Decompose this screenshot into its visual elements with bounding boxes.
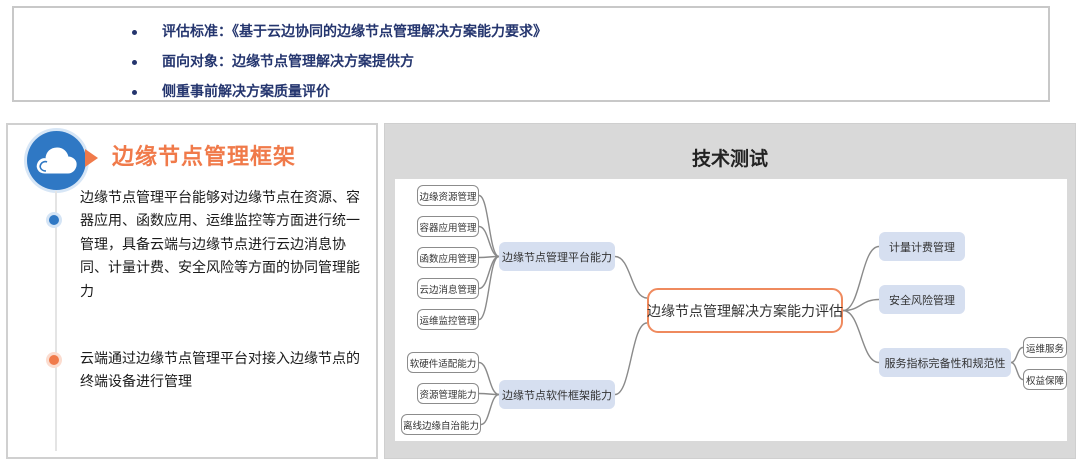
- bullet-icon: [132, 60, 137, 65]
- leaf-ops-service: 运维服务: [1023, 337, 1067, 358]
- info-list: 评估标准：《基于云边协同的边缘节点管理解决方案能力要求》 面向对象：边缘节点管理…: [132, 17, 547, 107]
- timeline-dot-orange: [49, 355, 59, 365]
- framework-description: 边缘节点管理平台能够对边缘节点在资源、容器应用、函数应用、运维监控等方面进行统一…: [80, 190, 360, 300]
- info-label: 评估标准：: [162, 24, 232, 40]
- cloud-icon: [36, 147, 77, 174]
- node-framework-capability: 边缘节点软件框架能力: [499, 380, 615, 409]
- info-text: 《基于云边协同的边缘节点管理解决方案能力要求》: [232, 24, 547, 40]
- connector-leaf-edge-resource: [478, 194, 500, 258]
- leaf-offline-autonomy: 离线边缘自治能力: [401, 414, 481, 435]
- tech-test-panel: 技术测试 边缘资源管理 容器应用管理 函数应用管理 云边消息管理 运维监控管理 …: [384, 123, 1076, 459]
- cloud-badge: [27, 131, 86, 190]
- connector-central-platform: [614, 255, 648, 299]
- section-title: 边缘节点管理框架: [112, 145, 297, 170]
- timeline-dot-blue: [49, 215, 59, 225]
- cloud-management-description: 云端通过边缘节点管理平台对接入边缘节点的终端设备进行管理: [80, 351, 360, 391]
- info-item-focus: 侧重事前解决方案质量评价: [132, 77, 547, 107]
- leaf-ops-monitoring: 运维监控管理: [417, 309, 479, 330]
- leaf-rights-protection: 权益保障: [1023, 369, 1067, 390]
- leaf-edge-resource: 边缘资源管理: [417, 185, 479, 206]
- connector-leaf-container-app: [478, 225, 500, 258]
- info-text: 边缘节点管理解决方案提供方: [232, 54, 414, 70]
- mind-map: 边缘资源管理 容器应用管理 函数应用管理 云边消息管理 运维监控管理 软硬件适配…: [395, 179, 1067, 441]
- title-arrow-icon: [85, 149, 98, 167]
- node-security: 安全风险管理: [879, 285, 965, 314]
- connector-leaf-offline-autonomy: [480, 393, 500, 426]
- framework-panel: 边缘节点管理框架 边缘节点管理平台能够对边缘节点在资源、容器应用、函数应用、运维…: [6, 123, 378, 459]
- connector-leaf-ops-service: [1010, 346, 1024, 364]
- bullet-icon: [132, 30, 137, 35]
- info-label: 侧重事前解决方案质量评价: [162, 84, 330, 100]
- bullet-icon: [132, 90, 137, 95]
- panel-title: 技术测试: [691, 148, 768, 170]
- leaf-resource-management: 资源管理能力: [417, 383, 479, 404]
- node-platform-capability: 边缘节点管理平台能力: [499, 242, 615, 271]
- info-item-audience: 面向对象：边缘节点管理解决方案提供方: [132, 47, 547, 77]
- info-item-standard: 评估标准：《基于云边协同的边缘节点管理解决方案能力要求》: [132, 17, 547, 47]
- node-central-evaluation: 边缘节点管理解决方案能力评估: [647, 288, 843, 333]
- leaf-hw-sw-adaptation: 软硬件适配能力: [407, 352, 479, 373]
- info-box: 评估标准：《基于云边协同的边缘节点管理解决方案能力要求》 面向对象：边缘节点管理…: [12, 6, 1050, 102]
- timeline-line: [55, 191, 57, 451]
- connector-leaf-rights-protection: [1010, 361, 1024, 381]
- info-label: 面向对象：: [162, 54, 232, 70]
- leaf-cloud-edge-message: 云边消息管理: [417, 278, 479, 299]
- node-service-spec: 服务指标完备性和规范性: [879, 348, 1011, 377]
- connector-central-framework: [614, 322, 648, 396]
- leaf-function-app: 函数应用管理: [417, 247, 479, 268]
- connector-central-service-spec: [842, 309, 880, 364]
- leaf-container-app: 容器应用管理: [417, 216, 479, 237]
- connector-central-billing: [842, 245, 880, 312]
- connector-leaf-hw-sw-adaptation: [478, 361, 500, 396]
- node-billing: 计量计费管理: [879, 232, 965, 261]
